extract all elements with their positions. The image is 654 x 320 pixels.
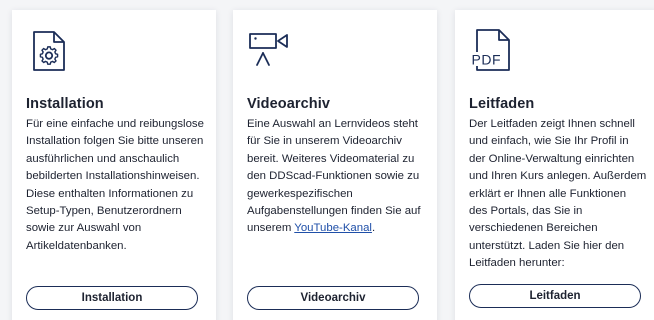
card-description-text: Eine Auswahl an Lernvideos steht für Sie… — [247, 118, 421, 235]
card-description: Für eine einfache und reibungslose Insta… — [26, 118, 204, 252]
pdf-document-icon: PDF — [469, 26, 517, 74]
videoarchiv-card: Videoarchiv Eine Auswahl an Lernvideos s… — [233, 10, 437, 320]
card-title: Leitfaden — [469, 96, 535, 112]
card-description: Eine Auswahl an Lernvideos steht für Sie… — [247, 116, 425, 238]
leitfaden-card: PDF Leitfaden Der Leitfaden zeigt Ihnen … — [455, 10, 654, 320]
pdf-label: PDF — [472, 52, 502, 68]
card-title: Installation — [26, 96, 104, 112]
card-description: Der Leitfaden zeigt Ihnen schnell und ei… — [469, 118, 647, 270]
youtube-channel-link[interactable]: YouTube-Kanal — [294, 222, 372, 234]
videoarchiv-button[interactable]: Videoarchiv — [247, 286, 419, 310]
card-description-end: . — [371, 222, 376, 235]
leitfaden-button[interactable]: Leitfaden — [469, 284, 641, 308]
installation-button[interactable]: Installation — [26, 286, 198, 310]
installation-card: Installation Für eine einfache und reibu… — [12, 10, 216, 320]
card-title: Videoarchiv — [247, 96, 331, 112]
download-cards-section: Installation Für eine einfache und reibu… — [0, 0, 654, 320]
document-gear-icon — [26, 26, 74, 74]
video-camera-icon — [247, 26, 295, 74]
